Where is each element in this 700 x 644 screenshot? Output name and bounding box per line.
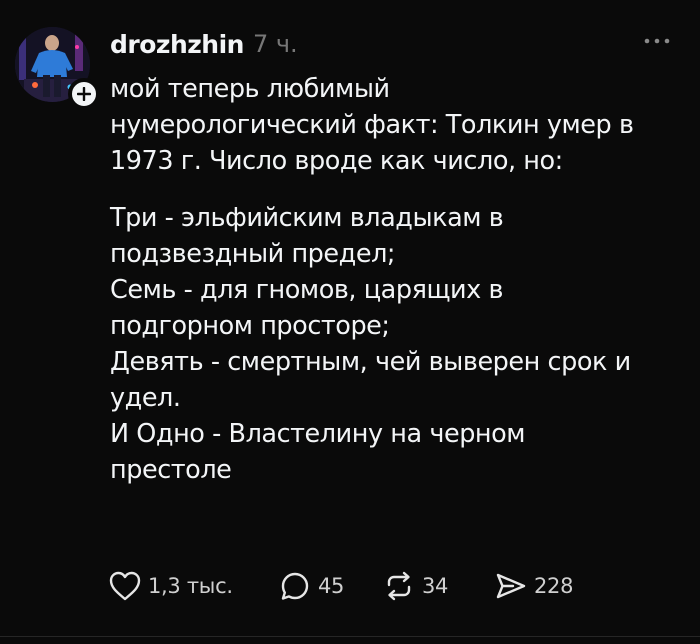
post-intro: мой теперь любимый нумерологический факт… bbox=[110, 74, 634, 176]
post-header: drozhzhin 7 ч. bbox=[110, 27, 298, 61]
speech-bubble-icon bbox=[281, 572, 309, 600]
timestamp[interactable]: 7 ч. bbox=[253, 30, 298, 58]
reply-button[interactable]: 45 bbox=[278, 570, 382, 602]
plus-icon bbox=[77, 87, 91, 101]
send-icon bbox=[496, 573, 526, 599]
heart-icon bbox=[109, 571, 141, 601]
repost-arrows-icon bbox=[387, 571, 411, 601]
share-button[interactable]: 228 bbox=[494, 570, 573, 602]
post-text: мой теперь любимый нумерологический факт… bbox=[110, 71, 680, 488]
username[interactable]: drozhzhin bbox=[110, 30, 244, 59]
post-actions: 1,3 тыс. 45 34 228 bbox=[108, 568, 573, 604]
reply-count: 45 bbox=[318, 574, 345, 598]
more-horizontal-icon bbox=[644, 38, 670, 44]
more-button[interactable] bbox=[638, 30, 676, 52]
like-count: 1,3 тыс. bbox=[148, 574, 233, 598]
repost-count: 34 bbox=[422, 574, 449, 598]
share-count: 228 bbox=[534, 574, 574, 598]
follow-button[interactable] bbox=[68, 78, 100, 110]
repost-button[interactable]: 34 bbox=[382, 570, 494, 602]
divider bbox=[0, 636, 700, 637]
post-verse: Три - эльфийским владыкам в подзвездный … bbox=[110, 203, 631, 485]
like-button[interactable]: 1,3 тыс. bbox=[108, 570, 278, 602]
